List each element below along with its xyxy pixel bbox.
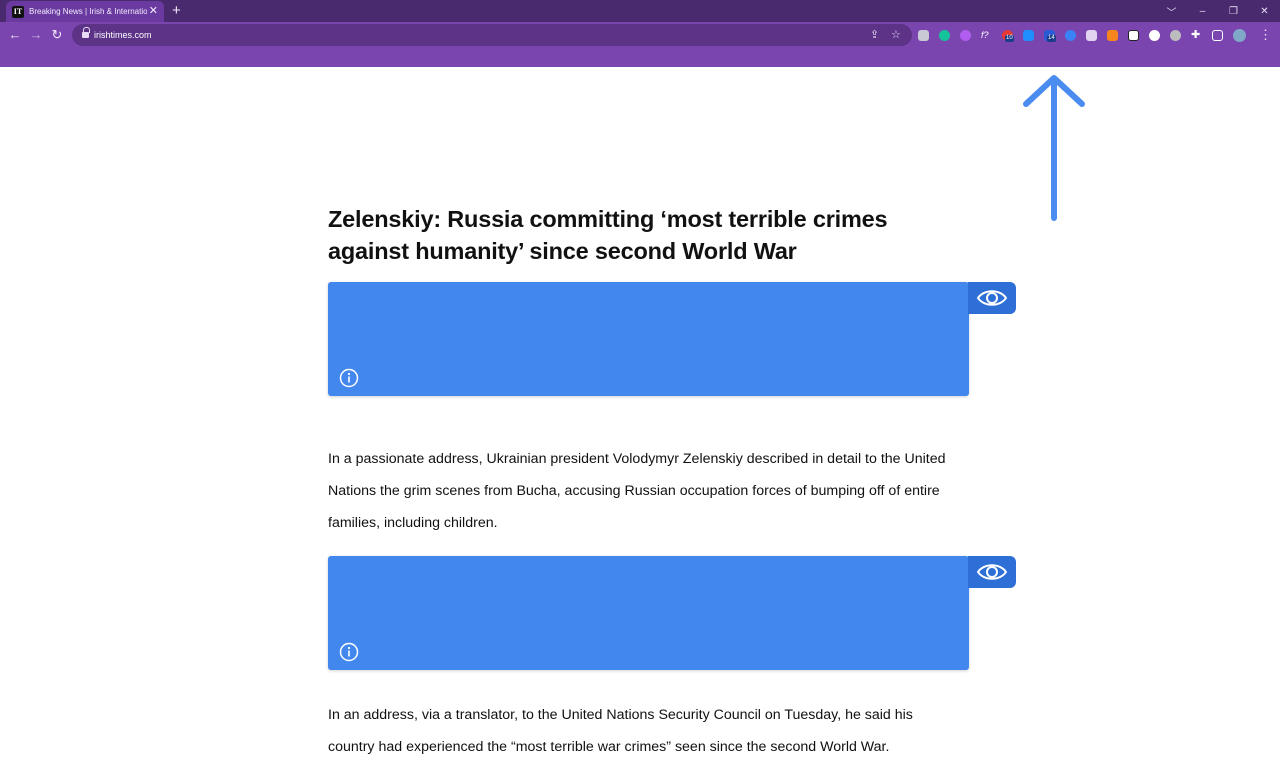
- browser-tab[interactable]: IT Breaking News | Irish & International…: [6, 1, 164, 22]
- avatar[interactable]: [1233, 28, 1246, 42]
- metamask-icon[interactable]: [1107, 29, 1118, 41]
- article-paragraph: In a passionate address, Ukrainian presi…: [328, 451, 946, 531]
- reload-icon[interactable]: ↻: [48, 26, 66, 44]
- tab-strip: IT Breaking News | Irish & International…: [0, 0, 1280, 22]
- info-icon[interactable]: [339, 642, 359, 662]
- minimize-button[interactable]: –: [1187, 6, 1218, 17]
- extension-badge: 14: [1047, 34, 1056, 42]
- article-headline: Zelenskiy: Russia committing ‘most terri…: [328, 206, 888, 264]
- eye-icon: [976, 290, 1008, 306]
- extension-icon[interactable]: [1065, 29, 1076, 41]
- pointer-arrow-icon: [1023, 75, 1085, 221]
- extension-icon[interactable]: [1086, 29, 1097, 41]
- extension-icon[interactable]: 10: [1002, 29, 1014, 42]
- extension-icon[interactable]: 14: [1044, 29, 1056, 42]
- tab-search-icon[interactable]: ﹀: [1156, 4, 1187, 19]
- info-icon[interactable]: [339, 368, 359, 388]
- address-bar[interactable]: irishtimes.com ⇪ ☆: [72, 24, 912, 46]
- forward-arrow-icon[interactable]: →: [27, 26, 45, 44]
- article-paragraph: In an address, via a translator, to the …: [328, 707, 913, 755]
- reveal-content-button[interactable]: [968, 282, 1016, 314]
- blocked-content-overlay[interactable]: [328, 282, 969, 396]
- page-header-band: [0, 48, 1280, 67]
- blocked-content-overlay[interactable]: [328, 556, 969, 670]
- close-window-button[interactable]: ✕: [1249, 6, 1280, 17]
- bookmark-star-icon[interactable]: ☆: [891, 27, 901, 43]
- share-icon[interactable]: ⇪: [870, 27, 879, 43]
- window-controls: ﹀ – ❐ ✕: [1156, 0, 1280, 22]
- extension-icon[interactable]: [1023, 29, 1034, 41]
- eye-icon: [976, 564, 1008, 580]
- close-tab-icon[interactable]: ✕: [149, 6, 158, 17]
- notion-icon[interactable]: [1128, 29, 1139, 41]
- restore-button[interactable]: ❐: [1218, 6, 1249, 17]
- extension-icon[interactable]: [960, 29, 971, 41]
- tab-title: Breaking News | Irish & International: [29, 7, 147, 16]
- browser-toolbar: ← → ↻ irishtimes.com ⇪ ☆ f? 10 14 ✚ ⋮: [0, 22, 1280, 48]
- new-tab-button[interactable]: +: [172, 3, 181, 18]
- site-favicon: IT: [12, 5, 24, 18]
- lock-icon[interactable]: [82, 27, 90, 39]
- puzzle-extensions-icon[interactable]: ✚: [1191, 29, 1202, 41]
- menu-dots-icon[interactable]: ⋮: [1259, 27, 1272, 43]
- extension-icon[interactable]: [1149, 29, 1160, 41]
- back-arrow-icon[interactable]: ←: [6, 26, 24, 44]
- extensions-row: f? 10 14 ✚: [918, 27, 1256, 43]
- extension-icon[interactable]: [918, 29, 929, 41]
- font-extension-icon[interactable]: f?: [981, 30, 992, 41]
- url-text[interactable]: irishtimes.com: [94, 28, 152, 42]
- reveal-content-button[interactable]: [968, 556, 1016, 588]
- extension-badge: 10: [1005, 34, 1014, 42]
- camera-icon[interactable]: [1170, 29, 1181, 41]
- side-panel-icon[interactable]: [1212, 29, 1223, 41]
- grammarly-icon[interactable]: [939, 29, 950, 41]
